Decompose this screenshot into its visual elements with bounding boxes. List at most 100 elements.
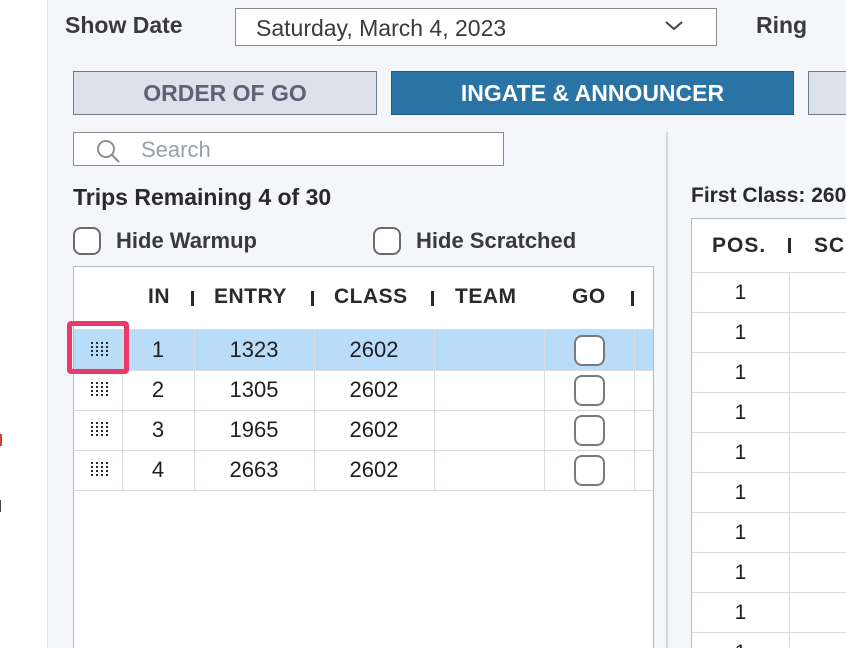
cell-class: 2602 bbox=[349, 417, 399, 442]
show-date-value: Saturday, March 4, 2023 bbox=[256, 15, 507, 41]
results-header: POS. SC bbox=[692, 219, 846, 273]
cell-divider bbox=[634, 450, 635, 490]
cell-divider bbox=[634, 370, 635, 410]
cell-divider bbox=[634, 330, 635, 370]
screen: Show Date Saturday, March 4, 2023 Ring O… bbox=[0, 0, 846, 648]
tab-order-of-go[interactable]: ORDER OF GO bbox=[73, 71, 377, 115]
drag-handle-icon[interactable] bbox=[91, 422, 110, 436]
cell-team bbox=[434, 450, 544, 490]
cell-entry: 1305 bbox=[229, 377, 279, 402]
results-panel: First Class: 260 POS. SC 1 1 1 1 1 1 1 1… bbox=[691, 130, 846, 648]
cell-pos: 1 bbox=[692, 633, 790, 648]
row-divider bbox=[74, 490, 653, 491]
column-header-in[interactable]: IN bbox=[148, 285, 170, 309]
cell-class: 2602 bbox=[349, 337, 399, 362]
go-checkbox[interactable] bbox=[573, 374, 605, 406]
drag-handle-highlight bbox=[67, 321, 129, 374]
cell-entry: 1323 bbox=[229, 337, 279, 362]
results-row[interactable]: 1 bbox=[692, 433, 846, 473]
show-date-select[interactable]: Saturday, March 4, 2023 bbox=[235, 8, 717, 46]
hide-scratched-label: Hide Scratched bbox=[416, 228, 577, 253]
column-header-score[interactable]: SC bbox=[814, 234, 845, 258]
top-bar: Show Date Saturday, March 4, 2023 Ring bbox=[48, 0, 846, 56]
cell-entry: 1965 bbox=[229, 417, 279, 442]
results-row[interactable]: 1 bbox=[692, 553, 846, 593]
trips-remaining: Trips Remaining 4 of 30 bbox=[73, 184, 332, 210]
hide-warmup-checkbox[interactable] bbox=[73, 227, 101, 255]
tab-ingate-announcer[interactable]: INGATE & ANNOUNCER bbox=[391, 71, 794, 115]
hide-warmup-label: Hide Warmup bbox=[116, 228, 257, 253]
tab-bar: ORDER OF GO INGATE & ANNOUNCER bbox=[73, 71, 846, 115]
cell-team bbox=[434, 330, 544, 370]
results-row[interactable]: 1 bbox=[692, 633, 846, 648]
cell-pos: 1 bbox=[692, 353, 790, 393]
drag-handle-icon[interactable] bbox=[91, 382, 110, 396]
results-grid: POS. SC 1 1 1 1 1 1 1 1 1 1 bbox=[691, 218, 846, 648]
cell-go bbox=[544, 410, 634, 450]
go-checkbox[interactable] bbox=[573, 414, 605, 446]
hide-warmup-toggle[interactable]: Hide Warmup bbox=[73, 227, 257, 255]
grid-header: IN ENTRY CLASS TEAM GO bbox=[74, 267, 653, 329]
results-row[interactable]: 1 bbox=[692, 593, 846, 633]
cell-go bbox=[544, 330, 634, 370]
cell-entry: 2663 bbox=[229, 457, 279, 482]
column-header-class[interactable]: CLASS bbox=[334, 285, 408, 309]
cell-pos: 1 bbox=[692, 513, 790, 553]
cell-pos: 1 bbox=[692, 433, 790, 473]
cell-in: 3 bbox=[151, 417, 165, 442]
edge-mark bbox=[0, 434, 2, 446]
ring-label: Ring bbox=[756, 12, 808, 38]
cell-in: 2 bbox=[151, 377, 165, 402]
tab-next[interactable] bbox=[808, 71, 846, 115]
results-row[interactable]: 1 bbox=[692, 353, 846, 393]
column-resize-handle[interactable] bbox=[311, 291, 314, 306]
column-resize-handle[interactable] bbox=[191, 291, 194, 306]
panel-divider[interactable] bbox=[666, 132, 668, 648]
cell-team bbox=[434, 370, 544, 410]
results-row[interactable]: 1 bbox=[692, 473, 846, 513]
cell-team bbox=[434, 410, 544, 450]
go-checkbox[interactable] bbox=[573, 454, 605, 486]
show-date-label: Show Date bbox=[65, 12, 183, 38]
drag-handle-icon[interactable] bbox=[91, 462, 110, 476]
order-grid: IN ENTRY CLASS TEAM GO 1 1323 2602 2 130… bbox=[73, 266, 654, 648]
first-class-label: First Class: 260 bbox=[691, 184, 846, 207]
column-resize-handle[interactable] bbox=[788, 238, 791, 253]
cell-pos: 1 bbox=[692, 393, 790, 433]
cell-pos: 1 bbox=[692, 273, 790, 313]
cell-pos: 1 bbox=[692, 593, 790, 633]
cell-class: 2602 bbox=[349, 457, 399, 482]
table-row[interactable]: 1 1323 2602 bbox=[74, 330, 653, 370]
left-edge-strip bbox=[0, 0, 47, 648]
edge-mark bbox=[0, 500, 1, 512]
cell-in: 1 bbox=[151, 337, 165, 362]
table-row[interactable]: 3 1965 2602 bbox=[74, 410, 653, 450]
go-checkbox[interactable] bbox=[573, 334, 605, 366]
main-app: Show Date Saturday, March 4, 2023 Ring O… bbox=[47, 0, 846, 648]
column-header-entry[interactable]: ENTRY bbox=[214, 285, 287, 309]
cell-divider bbox=[634, 410, 635, 450]
search-input[interactable]: Search bbox=[73, 132, 504, 166]
cell-class: 2602 bbox=[349, 377, 399, 402]
column-resize-handle[interactable] bbox=[431, 291, 434, 306]
cell-pos: 1 bbox=[692, 473, 790, 513]
results-row[interactable]: 1 bbox=[692, 513, 846, 553]
hide-scratched-toggle[interactable]: Hide Scratched bbox=[373, 227, 576, 255]
results-row[interactable]: 1 bbox=[692, 393, 846, 433]
hide-scratched-checkbox[interactable] bbox=[373, 227, 401, 255]
results-row[interactable]: 1 bbox=[692, 313, 846, 353]
column-header-pos[interactable]: POS. bbox=[712, 234, 766, 258]
search-placeholder: Search bbox=[141, 137, 211, 162]
column-resize-handle[interactable] bbox=[631, 291, 634, 306]
cell-in: 4 bbox=[151, 457, 165, 482]
column-header-team[interactable]: TEAM bbox=[455, 285, 517, 309]
results-row[interactable]: 1 bbox=[692, 273, 846, 313]
table-row[interactable]: 4 2663 2602 bbox=[74, 450, 653, 490]
cell-pos: 1 bbox=[692, 553, 790, 593]
order-panel: Search Trips Remaining 4 of 30 Hide Warm… bbox=[73, 130, 655, 648]
column-header-go[interactable]: GO bbox=[572, 285, 606, 309]
table-row[interactable]: 2 1305 2602 bbox=[74, 370, 653, 410]
search-icon bbox=[97, 140, 120, 163]
chevron-down-icon bbox=[665, 21, 683, 31]
cell-go bbox=[544, 450, 634, 490]
